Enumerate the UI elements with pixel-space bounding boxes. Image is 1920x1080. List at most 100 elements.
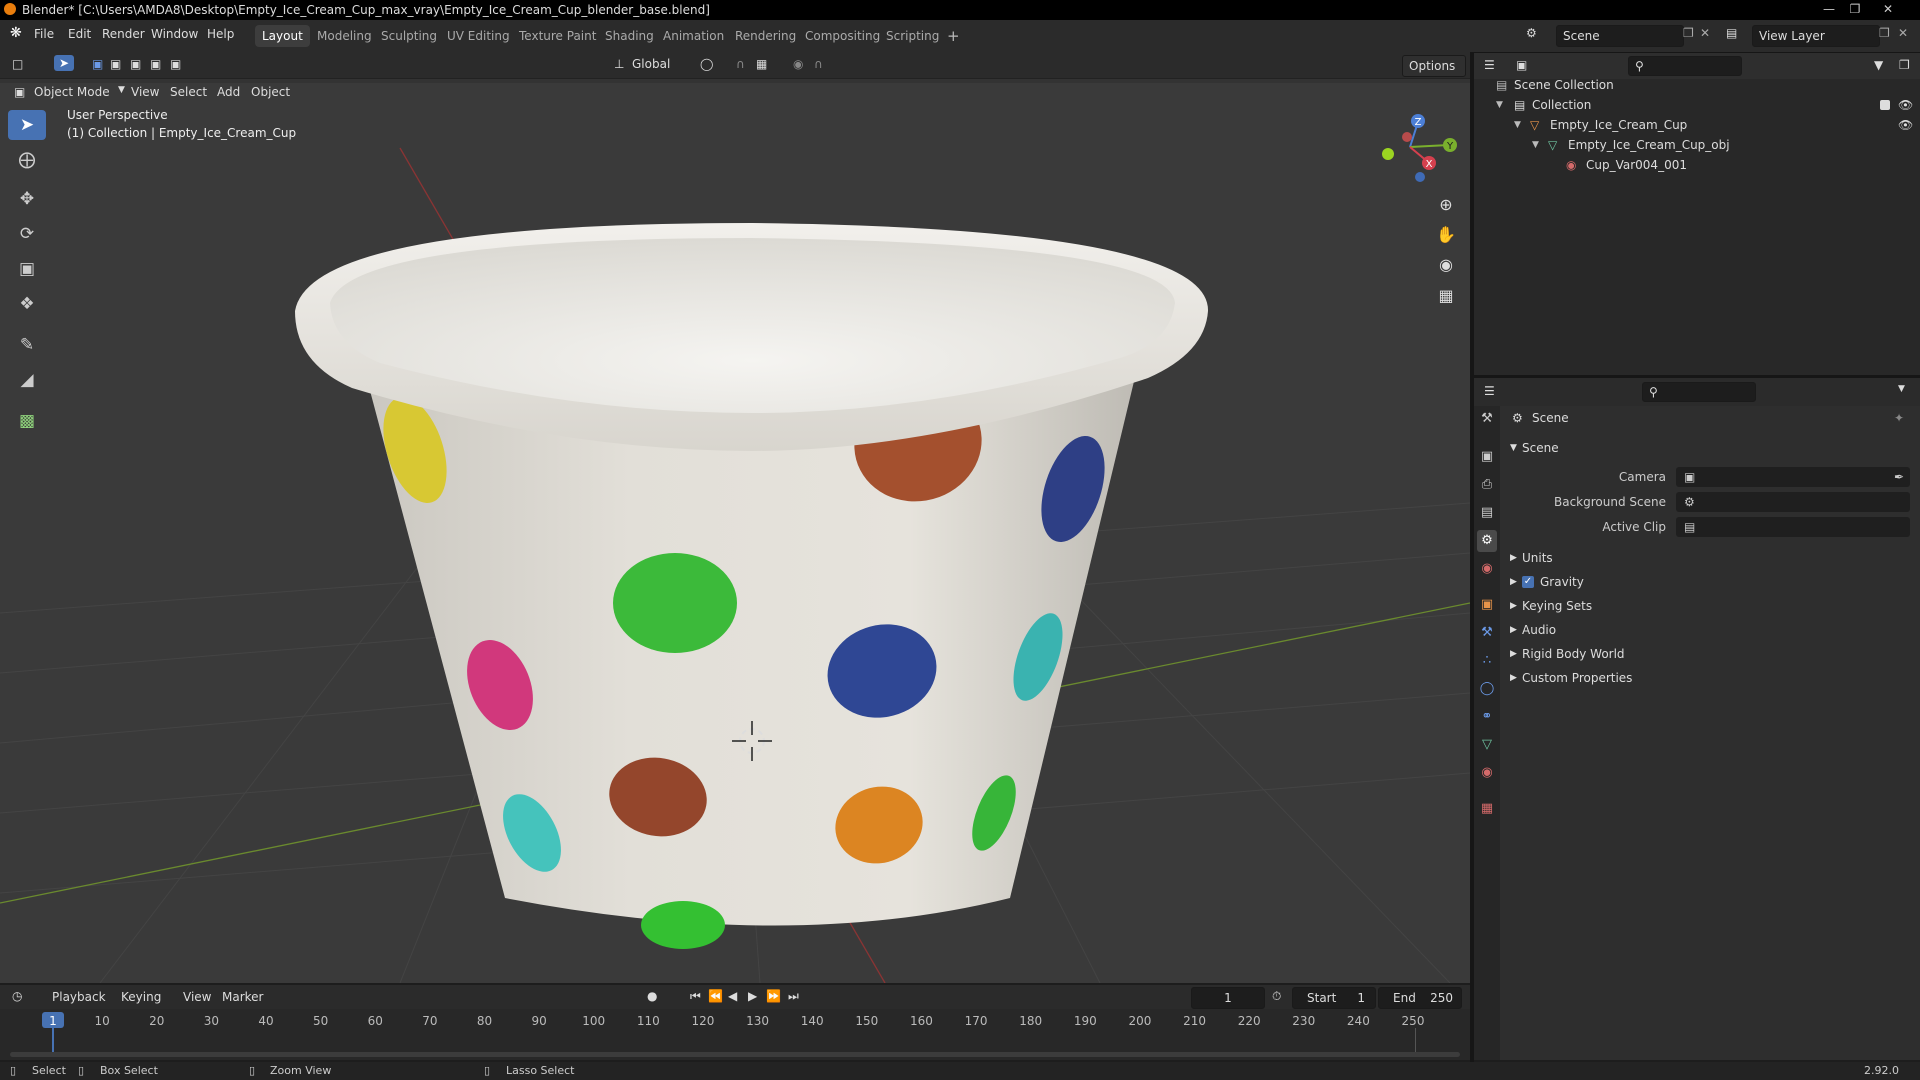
3d-viewport[interactable]: Z Y X [0,53,1470,983]
outliner-row-material[interactable]: ◉ Cup_Var004_001 [1474,155,1920,175]
cursor-tool-icon[interactable]: ⨁ [8,145,46,175]
jump-key-forward-icon[interactable]: ⏩ [766,989,781,1003]
scene-selector[interactable]: Scene [1556,25,1684,47]
collapse-chevron-icon[interactable]: ▶ [1510,668,1517,688]
editor-type-icon-top[interactable]: □ [12,57,23,71]
custom-properties-section[interactable]: Custom Properties [1522,668,1632,688]
tab-sculpting[interactable]: Sculpting [374,25,444,47]
proportional-edit-icon[interactable]: ◉ [793,57,803,71]
collapse-chevron-icon[interactable]: ▶ [1510,572,1517,592]
outliner-row-scene-collection[interactable]: ▤ Scene Collection [1474,75,1920,95]
camera-field[interactable]: ▣ ✒ [1676,467,1910,487]
expand-chevron-icon[interactable]: ▼ [1514,115,1521,135]
collapse-chevron-icon[interactable]: ▶ [1510,596,1517,616]
gravity-checkbox[interactable]: ✓ [1522,576,1534,588]
vp-add-menu[interactable]: Add [217,85,240,99]
vp-object-menu[interactable]: Object [251,85,290,99]
pan-hand-icon[interactable]: ✋ [1433,222,1459,248]
gravity-section[interactable]: Gravity [1540,572,1584,592]
menu-edit[interactable]: Edit [68,27,91,41]
delete-view-layer-icon[interactable]: ✕ [1898,26,1908,40]
new-collection-icon[interactable]: ❐ [1899,58,1910,72]
mode-invert-icon[interactable]: ▣ [150,57,161,71]
zoom-icon[interactable]: ⊕ [1433,192,1459,218]
tab-compositing[interactable]: Compositing [798,25,887,47]
texture-tab-icon[interactable]: ▦ [1477,798,1497,820]
view-layer-selector[interactable]: View Layer [1752,25,1880,47]
playback-menu[interactable]: Playback [52,990,106,1004]
view-layer-tab-icon[interactable]: ▤ [1477,502,1497,524]
collapse-chevron-icon[interactable]: ▶ [1510,548,1517,568]
start-frame-field[interactable]: Start 1 [1292,987,1376,1009]
mode-intersect-icon[interactable]: ▣ [170,57,181,71]
end-frame-field[interactable]: End 250 [1378,987,1462,1009]
tab-layout[interactable]: Layout [255,25,310,47]
object-mode-label[interactable]: Object Mode [34,85,110,99]
marker-menu[interactable]: Marker [222,990,263,1004]
tool-tab-icon[interactable]: ⚒ [1477,408,1497,430]
play-reverse-icon[interactable]: ◀ [728,989,737,1003]
jump-key-back-icon[interactable]: ⏪ [708,989,723,1003]
collapse-chevron-icon[interactable]: ▶ [1510,620,1517,640]
minimize-icon[interactable]: — [1816,0,1842,18]
jump-end-icon[interactable]: ⏭ [788,989,799,1004]
menu-help[interactable]: Help [207,27,234,41]
timeline-view-menu[interactable]: View [183,990,211,1004]
add-cube-tool-icon[interactable]: ▩ [8,406,46,436]
blender-menu-icon[interactable]: ❋ [10,25,22,41]
physics-tab-icon[interactable]: ◯ [1477,678,1497,700]
pin-icon[interactable]: ✦ [1894,408,1904,428]
modifier-tab-icon[interactable]: ⚒ [1477,622,1497,644]
vp-select-menu[interactable]: Select [170,85,207,99]
jump-start-icon[interactable]: ⏮ [690,989,701,1004]
orientation-dropdown[interactable]: Global [632,57,670,71]
record-icon[interactable]: ● [647,989,657,1003]
rotate-tool-icon[interactable]: ⟳ [8,219,46,249]
mode-extend-icon[interactable]: ▣ [110,57,121,71]
scene-panel-title[interactable]: Scene [1522,438,1559,458]
background-scene-field[interactable]: ⚙ [1676,492,1910,512]
tab-rendering[interactable]: Rendering [728,25,803,47]
play-icon[interactable]: ▶ [748,989,757,1003]
constraints-tab-icon[interactable]: ⚭ [1477,706,1497,728]
delete-scene-icon[interactable]: ✕ [1700,26,1710,40]
menu-file[interactable]: File [34,27,54,41]
world-tab-icon[interactable]: ◉ [1477,558,1497,580]
eye-icon[interactable]: 👁 [1898,115,1913,135]
outliner-row-collection[interactable]: ▼ ▤ Collection 👁 [1474,95,1920,115]
menu-window[interactable]: Window [151,27,198,41]
material-tab-icon[interactable]: ◉ [1477,762,1497,784]
mode-new-icon[interactable]: ▣ [92,57,103,71]
display-mode-icon[interactable]: ▣ [1516,58,1527,72]
measure-tool-icon[interactable]: ◢ [8,365,46,395]
snap-target-icon[interactable]: ▦ [756,57,767,71]
new-scene-icon[interactable]: ❐ [1683,26,1694,40]
exclude-checkbox[interactable] [1880,100,1890,110]
render-tab-icon[interactable]: ▣ [1477,446,1497,468]
properties-search-input[interactable]: ⚲ [1642,382,1756,402]
eye-icon[interactable]: 👁 [1898,95,1913,115]
outliner-editor-icon[interactable]: ☰ [1484,58,1495,72]
timeline-scrollbar[interactable] [10,1052,1460,1057]
filter-icon[interactable]: ▼ [1874,58,1883,72]
keying-menu[interactable]: Keying [121,990,161,1004]
mode-subtract-icon[interactable]: ▣ [130,57,141,71]
outliner-row-empty[interactable]: ▼ ▽ Empty_Ice_Cream_Cup 👁 [1474,115,1920,135]
expand-chevron-icon[interactable]: ▼ [1510,438,1517,458]
data-tab-icon[interactable]: ▽ [1477,734,1497,756]
active-clip-field[interactable]: ▤ [1676,517,1910,537]
falloff-icon[interactable]: ∩ [814,57,823,71]
chevron-down-icon[interactable]: ▼ [1898,384,1905,394]
tab-shading[interactable]: Shading [598,25,661,47]
expand-chevron-icon[interactable]: ▼ [1496,95,1503,115]
units-section[interactable]: Units [1522,548,1553,568]
timeline-editor-icon[interactable]: ◷ [12,989,22,1003]
restore-icon[interactable]: ❐ [1842,0,1868,18]
object-tab-icon[interactable]: ▣ [1477,594,1497,616]
camera-view-icon[interactable]: ◉ [1433,252,1459,278]
eyedropper-icon[interactable]: ✒ [1894,467,1904,487]
collapse-chevron-icon[interactable]: ▶ [1510,644,1517,664]
keying-sets-section[interactable]: Keying Sets [1522,596,1592,616]
expand-chevron-icon[interactable]: ▼ [1532,135,1539,155]
select-box-tool-icon[interactable]: ➤ [8,110,46,140]
